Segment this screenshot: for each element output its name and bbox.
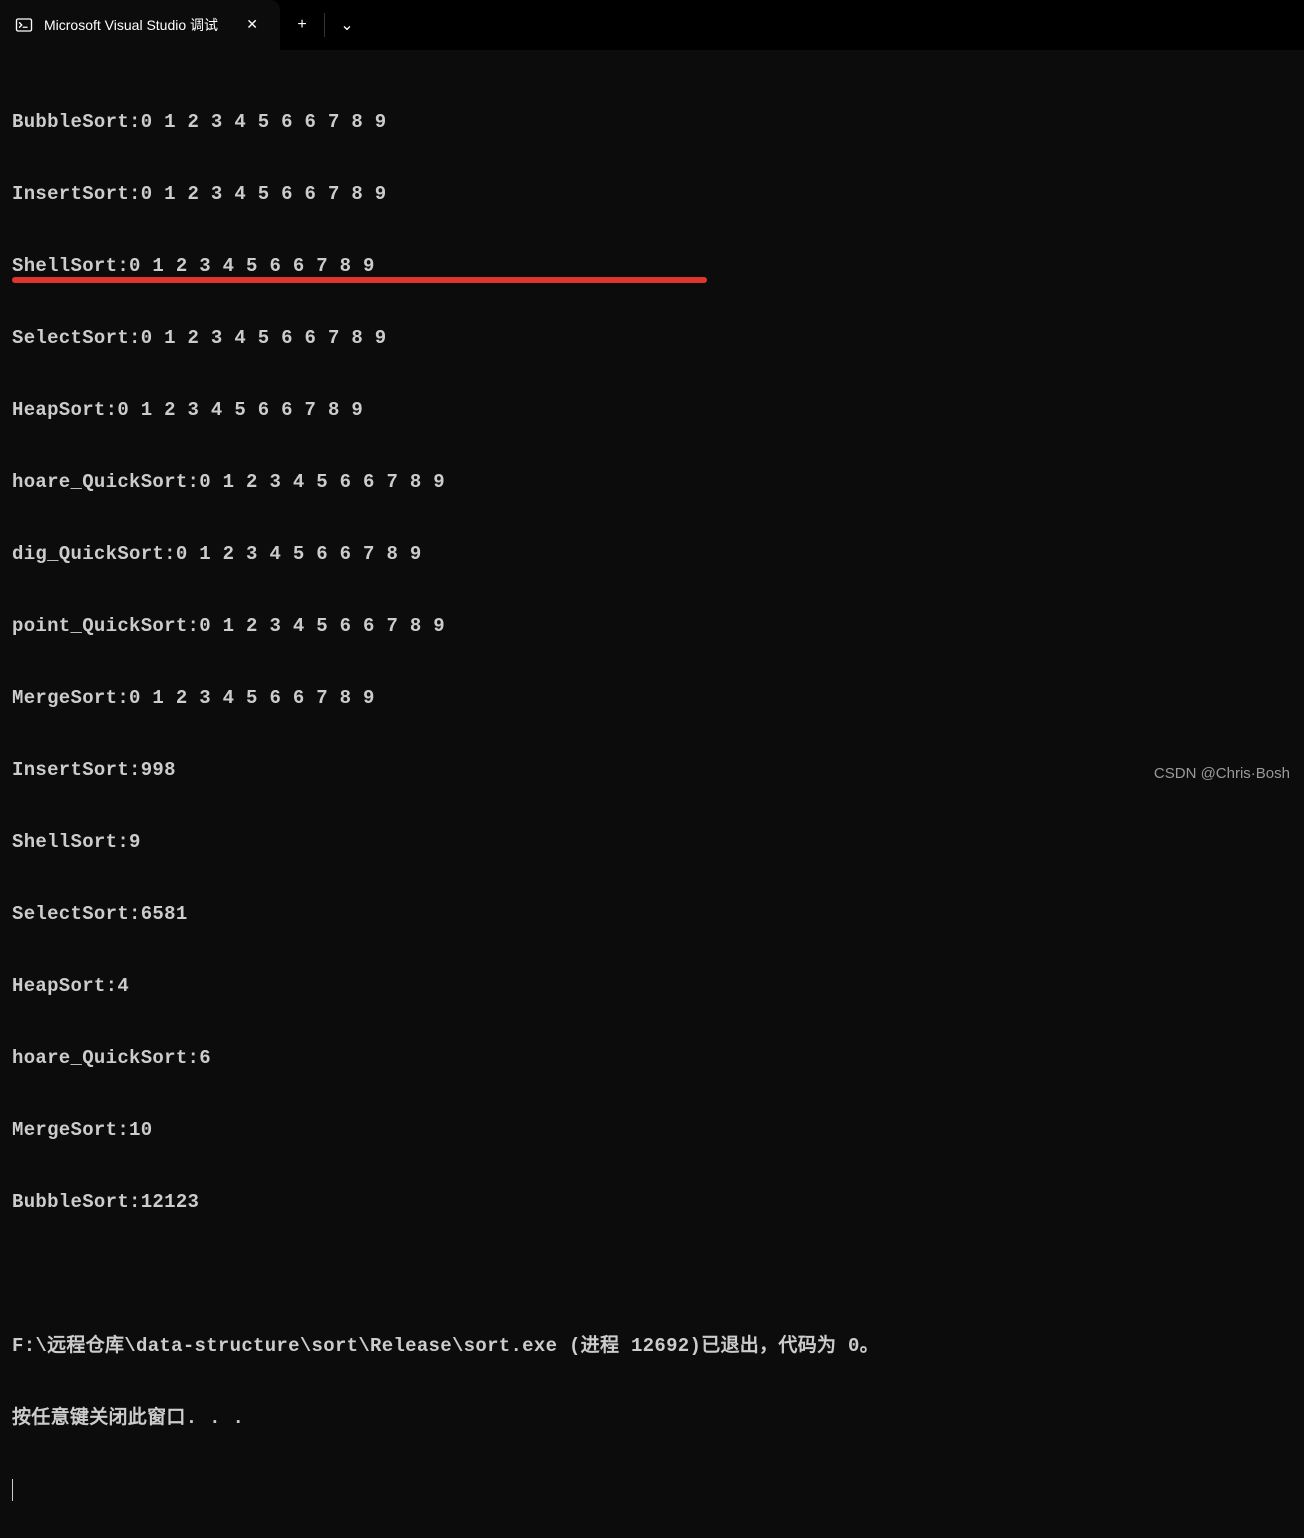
output-line [12,1262,1292,1286]
output-line: SelectSort:6581 [12,902,1292,926]
terminal-output: BubbleSort:0 1 2 3 4 5 6 6 7 8 9 InsertS… [0,50,1304,1538]
tab-actions: + ⌄ [280,0,369,50]
output-line: MergeSort:0 1 2 3 4 5 6 6 7 8 9 [12,686,1292,710]
output-line: 按任意键关闭此窗口. . . [12,1406,1292,1430]
new-tab-button[interactable]: + [280,0,324,50]
output-line: point_QuickSort:0 1 2 3 4 5 6 6 7 8 9 [12,614,1292,638]
output-line: MergeSort:10 [12,1118,1292,1142]
chevron-down-icon: ⌄ [340,15,353,35]
output-line: ShellSort:0 1 2 3 4 5 6 6 7 8 9 [12,254,1292,278]
tab-close-button[interactable]: ✕ [240,15,264,36]
output-line: HeapSort:4 [12,974,1292,998]
window-titlebar: Microsoft Visual Studio 调试 ✕ + ⌄ [0,0,1304,50]
output-line: hoare_QuickSort:0 1 2 3 4 5 6 6 7 8 9 [12,470,1292,494]
output-line: BubbleSort:0 1 2 3 4 5 6 6 7 8 9 [12,110,1292,134]
output-line: InsertSort:998 [12,758,1292,782]
output-line: SelectSort:0 1 2 3 4 5 6 6 7 8 9 [12,326,1292,350]
text-cursor [12,1479,13,1501]
output-line: InsertSort:0 1 2 3 4 5 6 6 7 8 9 [12,182,1292,206]
output-line: BubbleSort:12123 [12,1190,1292,1214]
output-line: hoare_QuickSort:6 [12,1046,1292,1070]
output-line: F:\远程仓库\data-structure\sort\Release\sort… [12,1334,1292,1358]
output-line: dig_QuickSort:0 1 2 3 4 5 6 6 7 8 9 [12,542,1292,566]
plus-icon: + [297,16,307,34]
output-line: ShellSort:9 [12,830,1292,854]
terminal-icon [14,15,34,35]
tab-title: Microsoft Visual Studio 调试 [44,15,218,35]
tab-active[interactable]: Microsoft Visual Studio 调试 ✕ [0,0,280,50]
cursor-line [12,1478,1292,1502]
tab-dropdown-button[interactable]: ⌄ [325,0,369,50]
watermark-text: CSDN @Chris·Bosh [1154,765,1290,782]
output-line: HeapSort:0 1 2 3 4 5 6 6 7 8 9 [12,398,1292,422]
